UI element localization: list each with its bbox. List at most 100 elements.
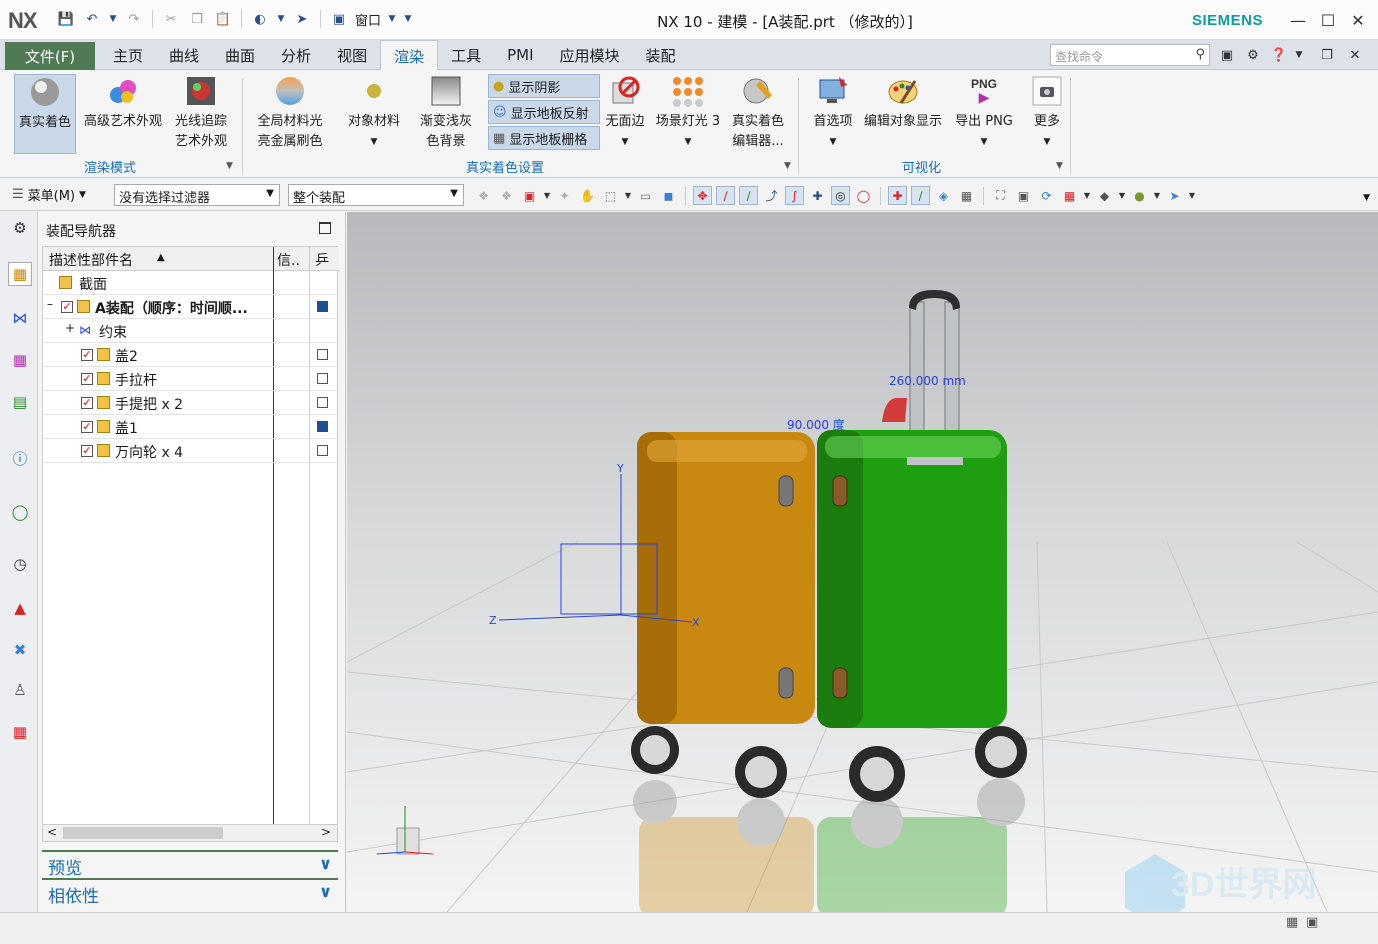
tree-row-part[interactable]: ✓ 盖1 — [43, 415, 339, 439]
tree-row-part[interactable]: ✓ 万向轮 x 4 — [43, 439, 339, 463]
roles-icon[interactable]: ♙ — [8, 678, 32, 702]
quadrant-point-icon[interactable]: ◯ — [854, 186, 873, 205]
tab-pmi[interactable]: PMI — [494, 40, 546, 70]
tree-row-section[interactable]: 截面 — [43, 271, 339, 295]
dropdown-arrow-icon[interactable]: ▼ — [543, 186, 551, 205]
export-png-button[interactable]: PNG ▶ 导出 PNG ▼ — [950, 74, 1018, 154]
file-tab[interactable]: 文件(F) — [5, 42, 95, 70]
dropdown-arrow-icon[interactable]: ▼ — [1118, 186, 1126, 205]
preferences-button[interactable]: 首选项 ▼ — [808, 74, 858, 154]
control-point-icon[interactable]: ∫ — [785, 186, 804, 205]
orient-view-icon[interactable]: ▦ — [1060, 186, 1079, 205]
process-studio-icon[interactable]: ✖ — [8, 638, 32, 662]
tab-assembly[interactable]: 装配 — [633, 40, 689, 70]
selection-filter-dropdown[interactable]: 没有选择过滤器 ▼ — [114, 184, 280, 206]
minimize-icon[interactable]: — — [1286, 8, 1310, 32]
dropdown-arrow-icon[interactable]: ▼ — [1083, 186, 1091, 205]
raytraced-studio-button[interactable]: 光线追踪 艺术外观 — [170, 74, 232, 154]
show-shadow-button[interactable]: ● 显示阴影 — [488, 74, 600, 98]
rectangle-select-icon[interactable]: ⬚ — [601, 186, 620, 205]
body-select-icon[interactable]: ◼ — [659, 186, 678, 205]
scroll-right-icon[interactable]: > — [321, 825, 331, 839]
expand-icon[interactable]: + — [65, 321, 75, 335]
intersection-icon[interactable]: ✚ — [808, 186, 827, 205]
close-icon[interactable]: ✕ — [1346, 8, 1370, 32]
visibility-checkbox[interactable]: ✓ — [81, 421, 93, 433]
column-name-header[interactable]: 描述性部件名 — [49, 250, 133, 270]
object-material-button[interactable]: 对象材料 ▼ — [342, 74, 406, 154]
dropdown-arrow-icon[interactable]: ▼ — [685, 132, 692, 152]
group-collapse-icon[interactable]: ▼ — [226, 161, 233, 171]
graphics-window[interactable]: Y Z X 260.000 mm 90.000 度 3D世界网 — [347, 212, 1378, 912]
restore-window-icon[interactable]: ❐ — [1318, 46, 1336, 64]
scene-lights-button[interactable]: 场景灯光 3 ▼ — [652, 74, 724, 154]
show-floor-reflection-button[interactable]: ☺ 显示地板反射 — [488, 100, 600, 124]
tab-surface[interactable]: 曲面 — [212, 40, 268, 70]
command-search-input[interactable]: 查找命令 ⚲ — [1050, 44, 1210, 66]
curve-point-icon[interactable]: ⤴ — [762, 186, 781, 205]
group-collapse-icon[interactable]: ▼ — [1056, 161, 1063, 171]
scroll-thumb[interactable] — [63, 827, 223, 839]
tab-view[interactable]: 视图 — [324, 40, 380, 70]
arc-center-icon[interactable]: ◎ — [831, 186, 850, 205]
system-scene-icon[interactable]: ▦ — [8, 720, 32, 744]
render-style-icon[interactable]: ◆ — [1095, 186, 1114, 205]
selection-box-icon[interactable]: ▣ — [520, 186, 539, 205]
tree-row-part[interactable]: ✓ 手提把 x 2 — [43, 391, 339, 415]
toolbar-overflow-icon[interactable]: ▼ — [1363, 193, 1370, 203]
column-extra-header[interactable]: 乒 — [315, 250, 329, 270]
tree-row-part[interactable]: ✓ 盖2 — [43, 343, 339, 367]
visibility-checkbox[interactable]: ✓ — [81, 373, 93, 385]
dropdown-arrow-icon[interactable]: ▼ — [1188, 186, 1196, 205]
preview-section[interactable]: 预览 ∨ — [42, 850, 338, 879]
dropdown-arrow-icon[interactable]: ▼ — [624, 186, 632, 205]
edit-section-icon[interactable]: ● — [1130, 186, 1149, 205]
dropdown-arrow-icon[interactable]: ▼ — [830, 132, 837, 152]
maximize-icon[interactable]: ☐ — [1316, 8, 1340, 32]
visibility-checkbox[interactable]: ✓ — [81, 349, 93, 361]
dropdown-arrow-icon[interactable]: ▼ — [1044, 132, 1051, 152]
color-palette-icon[interactable]: ▲ — [8, 596, 32, 620]
tab-home[interactable]: 主页 — [100, 40, 156, 70]
tab-render[interactable]: 渲染 — [380, 40, 439, 71]
part-navigator-icon[interactable]: ▦ — [8, 348, 32, 372]
feature-select-icon[interactable]: ❖ — [497, 186, 516, 205]
info-icon[interactable]: ⓘ — [8, 446, 32, 470]
general-select-icon[interactable]: ❖ — [474, 186, 493, 205]
true-shading-button[interactable]: 真实着色 — [14, 74, 76, 154]
true-shading-editor-button[interactable]: 真实着色 编辑器... — [726, 74, 790, 154]
snap-grid-icon[interactable]: ✥ — [693, 186, 712, 205]
point-on-face-icon[interactable]: ◈ — [934, 186, 953, 205]
work-layer-icon[interactable]: ➤ — [1165, 186, 1184, 205]
tab-curve[interactable]: 曲线 — [156, 40, 212, 70]
edit-object-display-button[interactable]: 编辑对象显示 — [860, 74, 946, 154]
status-grid-icon[interactable]: ▦ — [1286, 915, 1298, 930]
constraint-navigator-icon[interactable]: ⋈ — [8, 306, 32, 330]
rotate-view-icon[interactable]: ⟳ — [1037, 186, 1056, 205]
dropdown-arrow-icon[interactable]: ▼ — [371, 132, 378, 152]
select-hand-icon[interactable]: ✋ — [578, 186, 597, 205]
column-info-header[interactable]: 信.. — [277, 250, 300, 270]
scroll-left-icon[interactable]: < — [47, 825, 57, 839]
tree-row-constraints[interactable]: + ⋈ 约束 — [43, 319, 339, 343]
fit-view-icon[interactable]: ⛶ — [991, 186, 1010, 205]
eraser-icon[interactable]: ▭ — [636, 186, 655, 205]
no-face-edges-button[interactable]: 无面边 ▼ — [600, 74, 650, 154]
visibility-checkbox[interactable]: ✓ — [81, 397, 93, 409]
global-material-button[interactable]: 全局材料光 亮金属刷色 — [250, 74, 330, 154]
chevron-down-icon[interactable]: ∨ — [319, 854, 332, 873]
mid-point-icon[interactable]: ∕ — [739, 186, 758, 205]
close-document-icon[interactable]: ✕ — [1346, 46, 1364, 64]
dependencies-section[interactable]: 相依性 ∨ — [42, 878, 338, 907]
group-collapse-icon[interactable]: ▼ — [784, 161, 791, 171]
sort-ascending-icon[interactable]: ▲ — [157, 252, 165, 263]
end-point-icon[interactable]: ∕ — [716, 186, 735, 205]
selection-scope-dropdown[interactable]: 整个装配 ▼ — [288, 184, 464, 206]
reuse-library-icon[interactable]: ▤ — [8, 390, 32, 414]
point-on-curve-icon[interactable]: ∕ — [911, 186, 930, 205]
tab-tools[interactable]: 工具 — [438, 40, 494, 70]
search-icon[interactable]: ⚲ — [1195, 47, 1205, 62]
visibility-checkbox[interactable]: ✓ — [61, 301, 73, 313]
dropdown-arrow-icon[interactable]: ▼ — [981, 132, 988, 152]
visibility-checkbox[interactable]: ✓ — [81, 445, 93, 457]
